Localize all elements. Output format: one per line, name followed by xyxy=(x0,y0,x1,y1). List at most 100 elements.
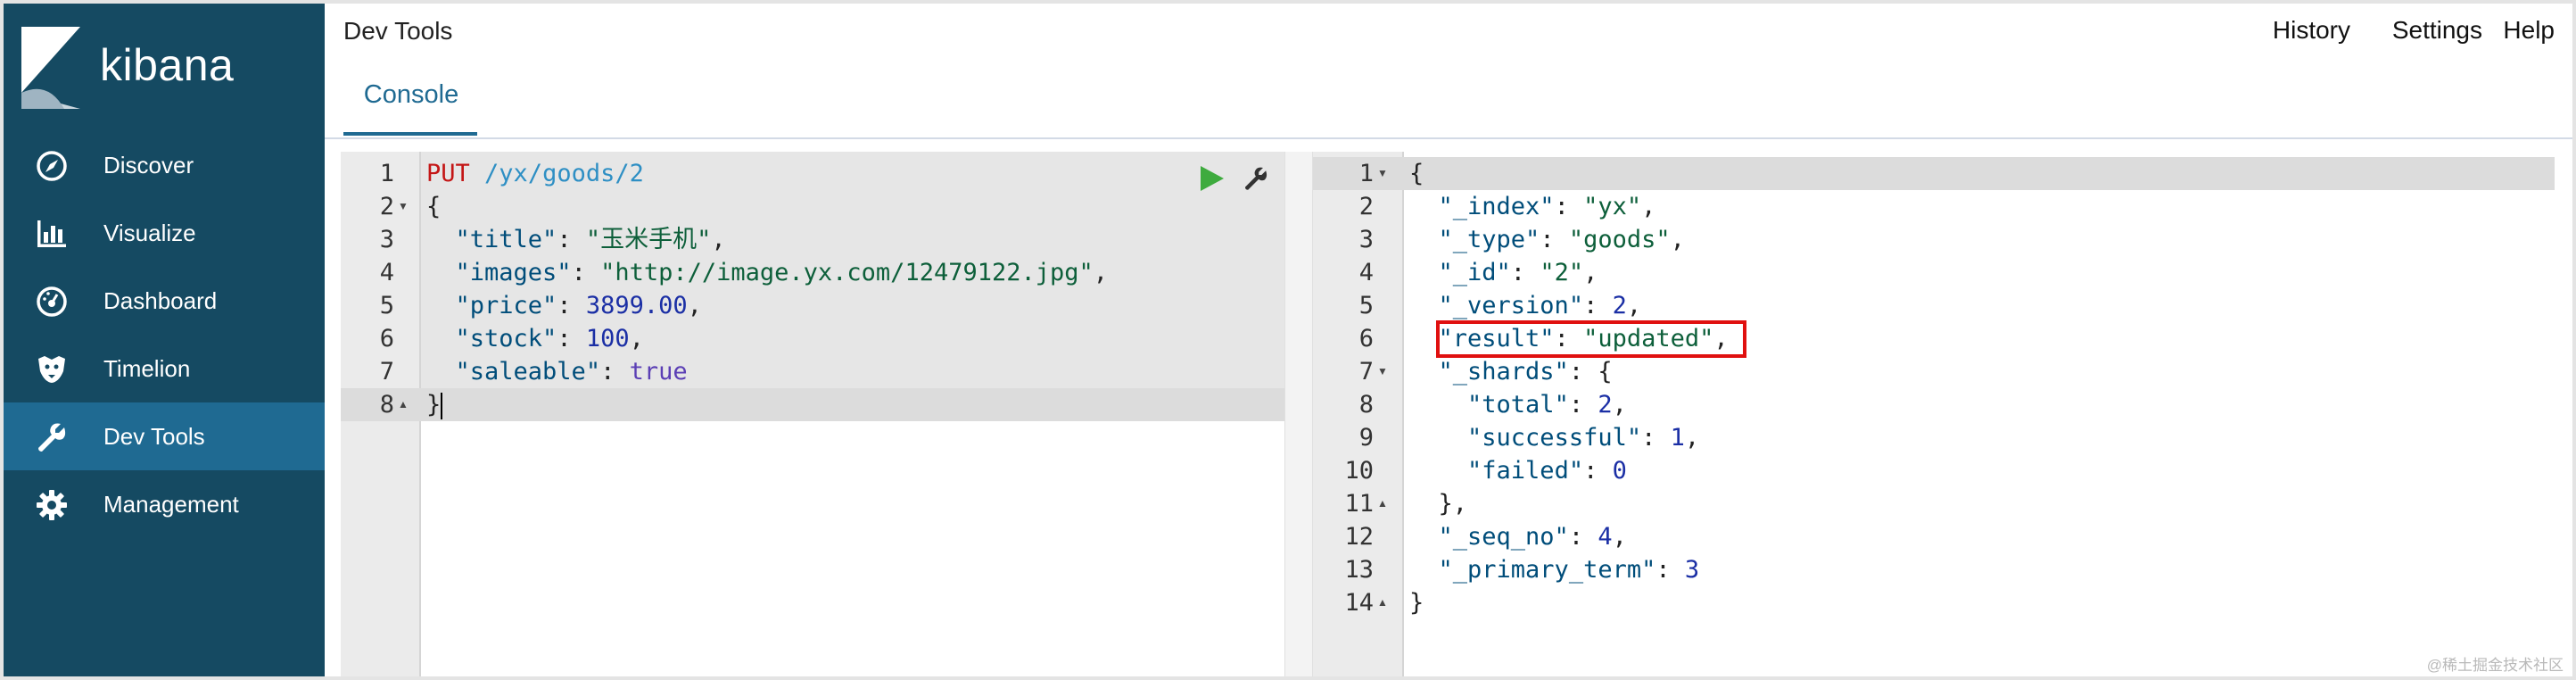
code-token: : { xyxy=(1568,358,1613,386)
code-token: , xyxy=(1670,226,1685,253)
line-number: 6 xyxy=(379,325,394,352)
code-token: , xyxy=(1626,292,1642,319)
code-line: }, xyxy=(1409,487,1468,520)
code-token: , xyxy=(1641,193,1656,220)
code-token: , xyxy=(1612,523,1627,551)
code-token: "price" xyxy=(455,292,557,319)
sidebar: kibana Discover Visualize Dashboard Time… xyxy=(4,4,325,676)
code-token: "_primary_term" xyxy=(1438,556,1656,584)
code-line: "failed": 0 xyxy=(1409,454,1627,487)
code-line: { xyxy=(1409,157,1424,190)
sidebar-item-label: Dashboard xyxy=(103,286,218,314)
code-line: "_seq_no": 4, xyxy=(1409,520,1627,553)
code-line: "_type": "goods", xyxy=(1409,223,1685,256)
code-token: "_id" xyxy=(1438,259,1511,286)
line-number: 2 xyxy=(1358,193,1374,220)
code-line: } xyxy=(426,388,443,421)
line-number: 12 xyxy=(1344,523,1374,551)
compass-icon xyxy=(37,151,67,181)
line-number: 5 xyxy=(1358,292,1374,319)
tab-console[interactable]: Console xyxy=(344,80,478,110)
code-line: "title": "玉米手机", xyxy=(426,223,726,256)
code-token: "total" xyxy=(1467,391,1569,419)
page-title: Dev Tools xyxy=(343,17,453,45)
line-number: 2 xyxy=(379,193,394,220)
fold-toggle-icon[interactable]: ▲ xyxy=(1377,487,1388,520)
kibana-logo-icon[interactable] xyxy=(21,27,80,109)
response-editor[interactable]: 1 ▼{2 "_index": "yx", 3 "_type": "goods", 4… xyxy=(1313,152,2555,676)
sidebar-item-dev-tools[interactable]: Dev Tools xyxy=(4,402,325,470)
sidebar-item-label: Management xyxy=(103,490,239,518)
code-token: 4 xyxy=(1598,523,1613,551)
line-number: 8 xyxy=(1358,391,1374,419)
sidebar-item-dashboard[interactable]: Dashboard xyxy=(4,267,325,335)
sidebar-item-management[interactable]: Management xyxy=(4,470,325,538)
code-token: , xyxy=(1093,259,1109,286)
code-token: "http://image.yx.com/12479122.jpg" xyxy=(600,259,1094,286)
sidebar-item-discover[interactable]: Discover xyxy=(4,131,325,199)
code-line: "saleable": true xyxy=(426,355,688,388)
top-header: Dev Tools History Settings Help Console xyxy=(325,4,2572,139)
code-token: "玉米手机" xyxy=(585,226,712,253)
code-token: : xyxy=(557,325,586,352)
code-line: } xyxy=(1409,586,1424,619)
code-line: "_primary_term": 3 xyxy=(1409,553,1700,586)
play-icon[interactable] xyxy=(1199,164,1226,193)
response-active-line xyxy=(1313,157,2555,190)
line-number: 10 xyxy=(1344,457,1374,485)
code-token: , xyxy=(687,292,702,319)
code-token: : xyxy=(1540,226,1569,253)
code-token: { xyxy=(426,193,442,220)
fold-toggle-icon[interactable]: ▲ xyxy=(1377,586,1388,619)
code-token: : xyxy=(1568,523,1598,551)
fold-toggle-icon[interactable]: ▼ xyxy=(398,190,409,223)
watermark: @稀土掘金技术社区 xyxy=(2426,657,2564,674)
fold-toggle-icon[interactable]: ▼ xyxy=(1377,355,1388,388)
code-token: "_shards" xyxy=(1438,358,1569,386)
sidebar-item-visualize[interactable]: Visualize xyxy=(4,199,325,267)
code-line: PUT /yx/goods/2 xyxy=(426,157,644,190)
code-line: "total": 2, xyxy=(1409,388,1627,421)
code-token: 0 xyxy=(1612,457,1627,485)
fold-toggle-icon[interactable]: ▼ xyxy=(1377,157,1388,190)
code-token: 2 xyxy=(1612,292,1627,319)
request-editor[interactable]: 1 PUT /yx/goods/2 2 ▼ {3 "title": "玉米手机", 4 "… xyxy=(341,152,1284,676)
code-token: "failed" xyxy=(1467,457,1584,485)
line-number: 9 xyxy=(1358,424,1374,452)
code-token: { xyxy=(1409,160,1424,187)
code-token: : xyxy=(571,259,601,286)
code-token: : xyxy=(1554,193,1584,220)
code-token: "_version" xyxy=(1438,292,1584,319)
line-number: 1 xyxy=(379,160,394,187)
editor-split-divider[interactable] xyxy=(1284,152,1313,676)
code-token: 1 xyxy=(1670,424,1685,452)
active-tab-indicator xyxy=(343,132,477,136)
wrench-icon[interactable] xyxy=(1242,164,1270,193)
sidebar-item-label: Discover xyxy=(103,151,194,178)
code-token: "_index" xyxy=(1438,193,1555,220)
history-link[interactable]: History xyxy=(2273,16,2350,45)
code-line: "_version": 2, xyxy=(1409,289,1642,322)
line-number: 11 xyxy=(1344,490,1374,518)
code-line: "_shards": { xyxy=(1409,355,1613,388)
help-link[interactable]: Help xyxy=(2503,16,2555,45)
code-token: , xyxy=(711,226,726,253)
code-token: } xyxy=(1409,589,1424,617)
kibana-brand: kibana xyxy=(100,40,235,90)
bar-chart-icon xyxy=(37,220,66,247)
fold-toggle-icon[interactable]: ▲ xyxy=(398,388,409,421)
code-token: 2 xyxy=(1598,391,1613,419)
settings-link[interactable]: Settings xyxy=(2392,16,2482,45)
code-token: : xyxy=(1641,424,1671,452)
code-token: /yx/goods/2 xyxy=(484,160,644,187)
result-highlight-box xyxy=(1436,320,1746,358)
sidebar-item-timelion[interactable]: Timelion xyxy=(4,335,325,402)
code-token: "successful" xyxy=(1467,424,1642,452)
